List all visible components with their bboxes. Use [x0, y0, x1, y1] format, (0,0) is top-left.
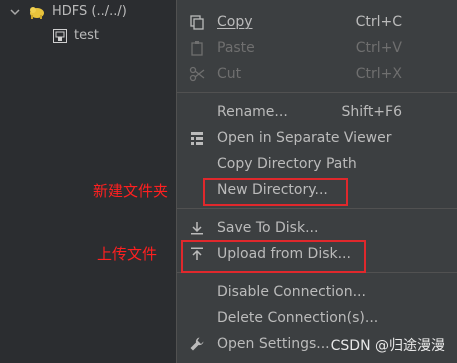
- menu-item-shortcut: Shift+F6: [341, 104, 402, 120]
- wrench-icon: [190, 337, 204, 351]
- menu-item-label: Open Settings...: [217, 336, 330, 352]
- menu-item-label: Open in Separate Viewer: [217, 130, 392, 146]
- menu-item-delete-connections[interactable]: Delete Connection(s)...: [177, 305, 457, 331]
- annotation-upload-file: 上传文件: [97, 245, 158, 263]
- menu-separator: [177, 208, 457, 209]
- menu-item-label: Rename...: [217, 104, 288, 120]
- menu-item-label: Cut: [217, 66, 242, 82]
- menu-item-copy[interactable]: Copy Ctrl+C: [177, 9, 457, 35]
- highlight-new-directory: [203, 178, 348, 206]
- tree-node-label: test: [74, 28, 99, 43]
- menu-item-shortcut: Ctrl+C: [355, 14, 402, 30]
- viewer-icon: [191, 132, 203, 145]
- copy-icon: [190, 15, 204, 30]
- menu-item-save-to-disk[interactable]: Save To Disk...: [177, 215, 457, 241]
- menu-item-shortcut: Ctrl+X: [355, 66, 402, 82]
- tree-node-test[interactable]: test: [0, 24, 176, 48]
- menu-item-label: Delete Connection(s)...: [217, 310, 379, 326]
- menu-item-paste[interactable]: Paste Ctrl+V: [177, 35, 457, 61]
- menu-item-label: Disable Connection...: [217, 284, 366, 300]
- menu-item-shortcut: Ctrl+V: [355, 40, 402, 56]
- download-icon: [191, 222, 203, 235]
- chevron-down-icon[interactable]: [10, 7, 20, 17]
- menu-item-disable-connection[interactable]: Disable Connection...: [177, 279, 457, 305]
- menu-item-open-separate-viewer[interactable]: Open in Separate Viewer: [177, 125, 457, 151]
- highlight-upload-from-disk: [181, 240, 366, 273]
- menu-item-label: Copy Directory Path: [217, 156, 357, 172]
- menu-item-label: Paste: [217, 40, 255, 56]
- menu-item-rename[interactable]: Rename... Shift+F6: [177, 99, 457, 125]
- paste-icon: [191, 41, 203, 56]
- tree-node-label: HDFS (../../): [52, 4, 127, 19]
- hadoop-elephant-icon: [30, 7, 44, 19]
- cut-icon: [189, 66, 205, 82]
- menu-item-label: Save To Disk...: [217, 220, 319, 236]
- menu-item-copy-directory-path[interactable]: Copy Directory Path: [177, 151, 457, 177]
- menu-item-label: Copy: [217, 14, 253, 30]
- folder-package-icon: [53, 29, 67, 43]
- menu-separator: [177, 92, 457, 93]
- annotation-new-folder: 新建文件夹: [93, 182, 169, 200]
- watermark: CSDN @归途漫漫: [330, 338, 445, 354]
- menu-item-cut[interactable]: Cut Ctrl+X: [177, 61, 457, 87]
- tree-node-hdfs[interactable]: HDFS (../../): [0, 0, 176, 24]
